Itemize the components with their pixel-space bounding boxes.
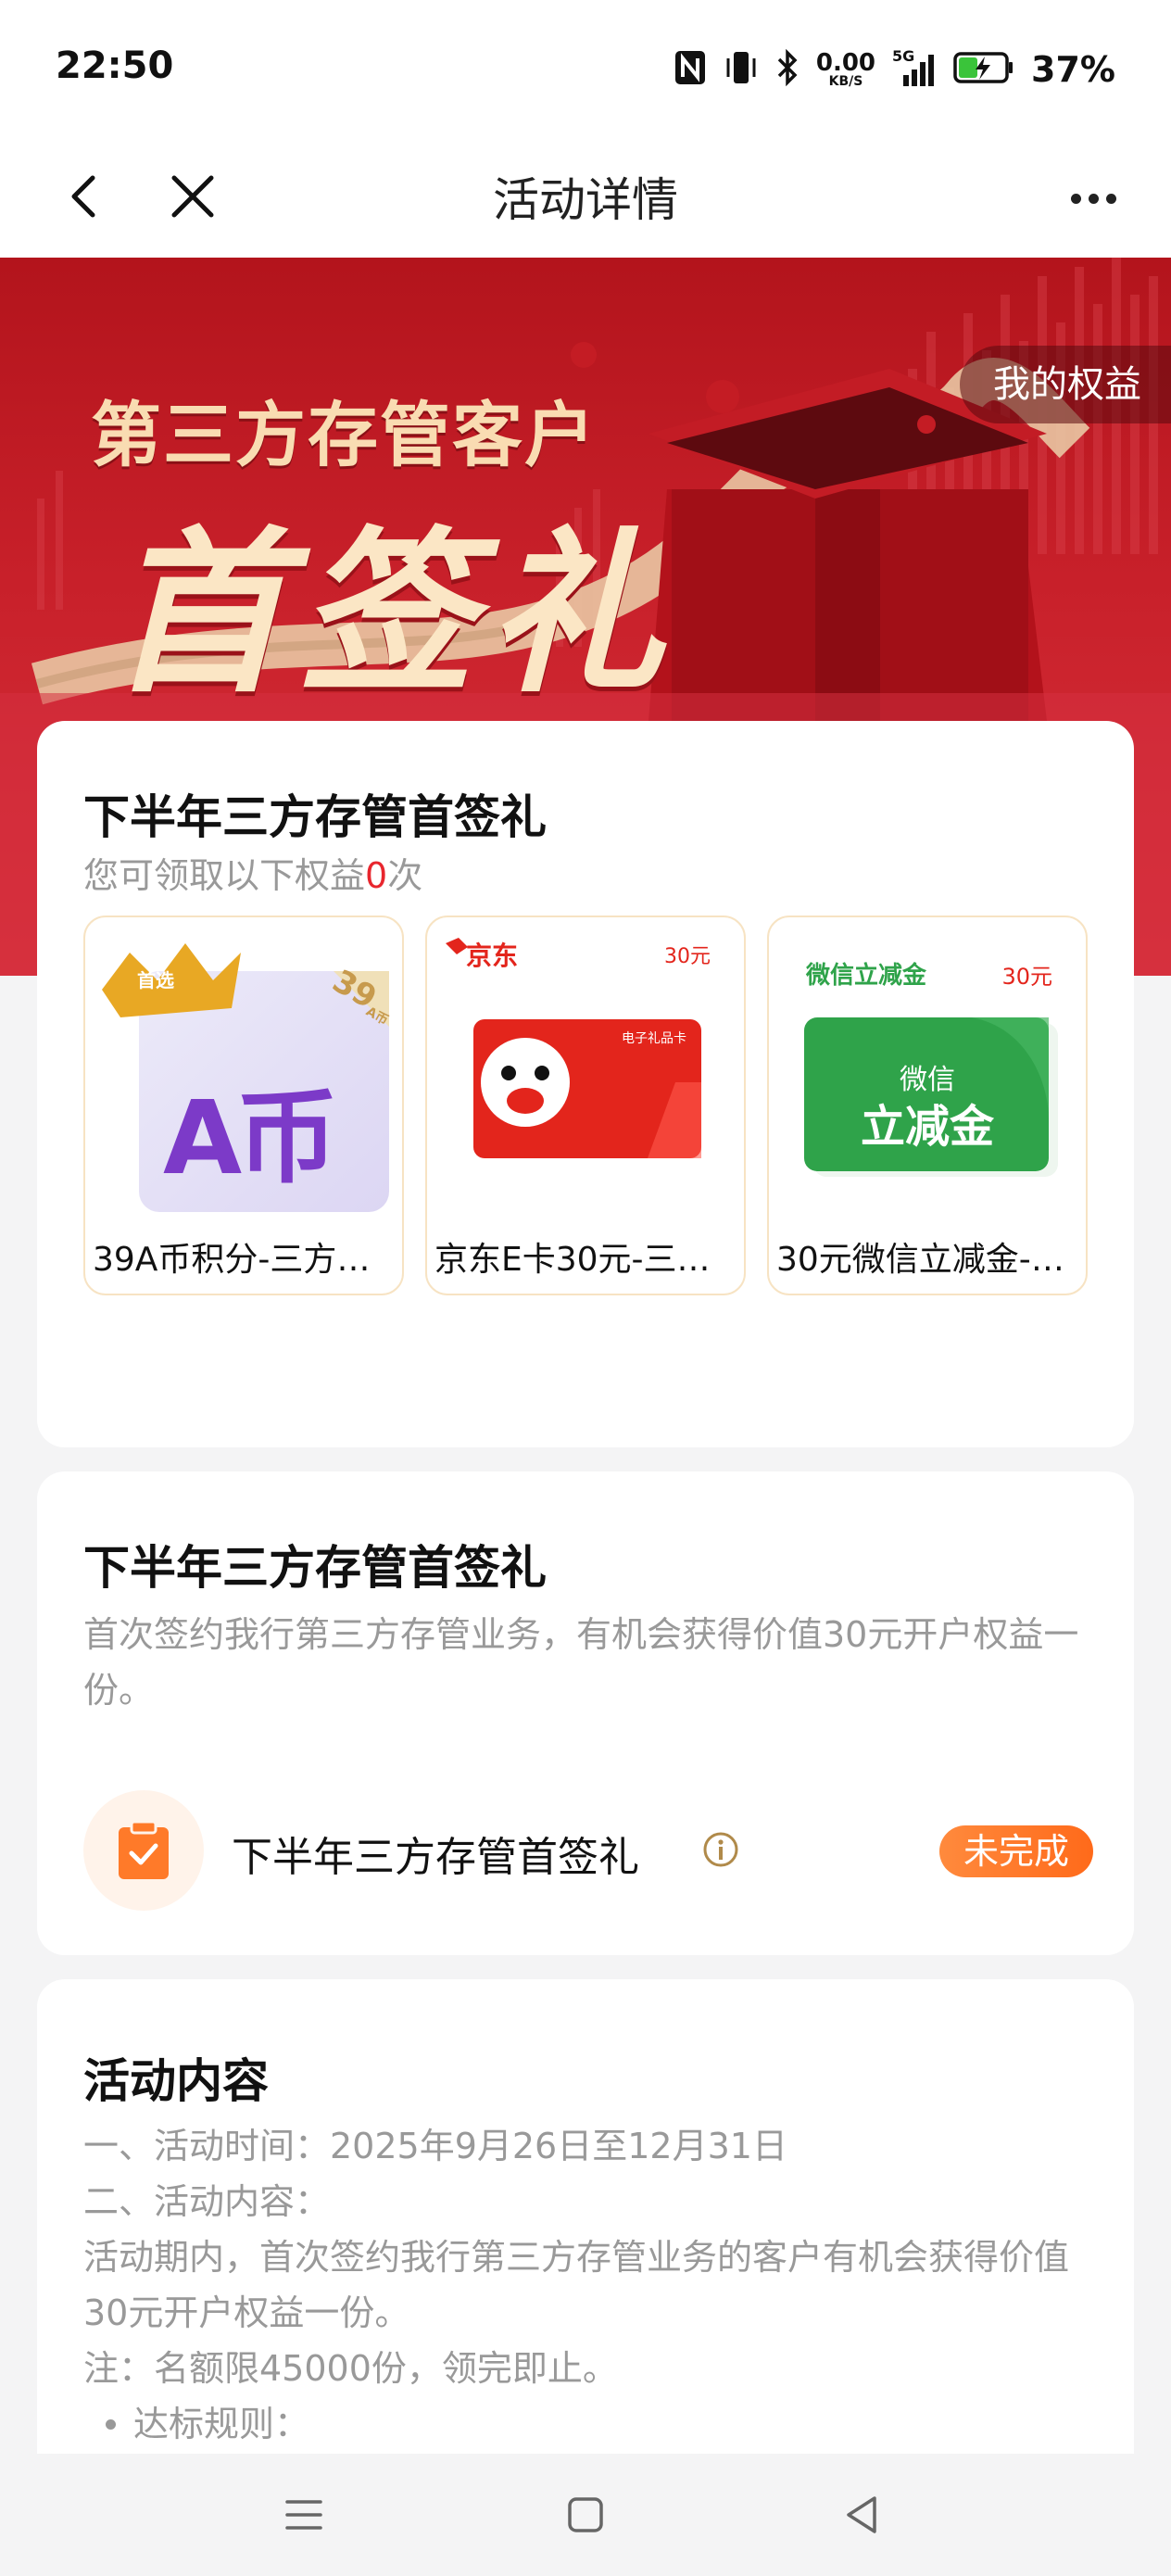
- task-icon-wrap: [83, 1790, 204, 1911]
- acoin-glyph: A币: [163, 1079, 338, 1197]
- menu-icon[interactable]: [278, 2489, 330, 2541]
- activity-note: 注：名额限45000份，领完即止。: [83, 2348, 618, 2389]
- net-speed-value: 0.00: [815, 49, 876, 77]
- activity-content-heading: 二、活动内容：: [83, 2181, 331, 2222]
- banner-title: 首签礼: [109, 510, 677, 716]
- net-speed-unit: KB/S: [828, 74, 863, 89]
- status-icons: 0.00 KB/S 5G 37%: [674, 46, 1115, 93]
- my-rights-button[interactable]: 我的权益: [960, 346, 1171, 423]
- acoin-badge: 首选: [137, 969, 174, 991]
- rewards-remaining-prefix: 您可领取以下权益: [83, 855, 366, 896]
- status-time: 22:50: [56, 44, 174, 87]
- status-bar: 22:50 0.00 KB/S 5G 37%: [0, 0, 1171, 139]
- reward-label: 39A币积分-三方存管: [93, 1241, 395, 1279]
- task-label: 下半年三方存管首签礼: [232, 1834, 639, 1881]
- activity-time-line: 一、活动时间：2025年9月26日至12月31日: [83, 2126, 787, 2166]
- signal-icon: 5G: [892, 47, 937, 88]
- vibrate-icon: [724, 49, 759, 90]
- screen: 22:50 0.00 KB/S 5G 37% 活动详情 第三方存管客户 首签礼 …: [0, 0, 1171, 2576]
- wechat-card-line2: 立减金: [860, 1101, 994, 1153]
- reward-item-acoin[interactable]: 首选 39 A币 A币 39A币积分-三方存管: [83, 915, 404, 1295]
- more-icon: [1070, 193, 1081, 204]
- jd-brand: 京东: [466, 941, 519, 971]
- jd-card-image: [446, 938, 701, 1158]
- rewards-card: 下半年三方存管首签礼 您可领取以下权益0次 首选 39 A币 A币 39A币积分…: [37, 721, 1134, 1447]
- reward-item-jd-card[interactable]: 京东 30元 电子礼品卡 京东E卡30元-三方存管: [425, 915, 746, 1295]
- clipboard-check-icon: [119, 1820, 169, 1879]
- task-card-title: 下半年三方存管首签礼: [83, 1541, 547, 1595]
- activity-content-title: 活动内容: [83, 2054, 269, 2108]
- rewards-card-title: 下半年三方存管首签礼: [83, 790, 547, 844]
- wechat-brand: 微信立减金: [806, 962, 927, 990]
- more-button[interactable]: [1056, 170, 1130, 226]
- reward-label: 30元微信立减金-三方存管: [776, 1241, 1078, 1279]
- task-card-desc: 首次签约我行第三方存管业务，有机会获得价值30元开户权益一份。: [83, 1614, 1079, 1711]
- task-row[interactable]: 下半年三方存管首签礼 未完成: [83, 1790, 1093, 1911]
- bluetooth-icon: [775, 48, 800, 90]
- battery-percent: 37%: [1031, 49, 1115, 90]
- back-triangle-icon[interactable]: [837, 2489, 889, 2541]
- net-speed: 0.00 KB/S: [816, 51, 875, 88]
- battery-charging-icon: [953, 51, 1014, 88]
- page-title: 活动详情: [493, 173, 678, 227]
- task-card: 下半年三方存管首签礼 首次签约我行第三方存管业务，有机会获得价值30元开户权益一…: [37, 1471, 1134, 1955]
- wechat-price: 30元: [1001, 964, 1052, 990]
- activity-content-body: 活动期内，首次签约我行第三方存管业务的客户有机会获得价值30元开户权益一份。: [83, 2237, 1070, 2333]
- rules-bullet: 达标规则：: [83, 2396, 1102, 2452]
- jd-price: 30元: [664, 945, 711, 968]
- banner-headline: 第三方存管客户: [91, 394, 597, 476]
- task-status-badge[interactable]: 未完成: [938, 1825, 1093, 1877]
- info-icon[interactable]: [702, 1831, 739, 1868]
- rewards-list: 首选 39 A币 A币 39A币积分-三方存管 京东 30元 电子礼品卡 京东E…: [83, 915, 1088, 1295]
- rewards-remaining-suffix: 次: [387, 855, 423, 896]
- system-nav-bar: [0, 2454, 1171, 2576]
- reward-item-wechat-coupon[interactable]: 微信立减金 30元 微信 立减金 30元微信立减金-三方存管: [767, 915, 1088, 1295]
- rewards-remaining: 您可领取以下权益0次: [83, 847, 422, 898]
- activity-content-text: 一、活动时间：2025年9月26日至12月31日 二、活动内容： 活动期内，首次…: [83, 2118, 1102, 2452]
- nfc-icon: [674, 49, 707, 90]
- jd-card-caption: 电子礼品卡: [622, 1031, 686, 1046]
- rewards-remaining-count: 0: [365, 855, 388, 896]
- home-icon[interactable]: [560, 2489, 611, 2541]
- reward-label: 京东E卡30元-三方存管: [434, 1241, 737, 1279]
- nav-bar: 活动详情: [0, 139, 1171, 258]
